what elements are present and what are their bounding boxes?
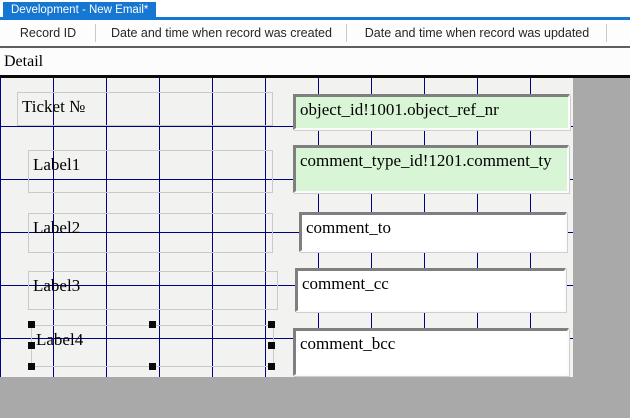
designer-label-4-selected[interactable]: Label4	[31, 325, 274, 367]
column-header-record-id[interactable]: Record ID	[0, 20, 96, 46]
designer-label-2[interactable]: Label2	[28, 213, 273, 253]
designer-label-1[interactable]: Label1	[28, 150, 273, 193]
selection-handle-top-right[interactable]	[268, 321, 275, 328]
designer-label-ticket-nr[interactable]: Ticket №	[17, 92, 273, 126]
designer-field-comment-bcc[interactable]: comment_bcc	[293, 328, 569, 376]
column-header-updated[interactable]: Date and time when record was updated	[347, 20, 607, 46]
selection-handle-top-left[interactable]	[28, 321, 35, 328]
form-designer-window: Development - New Email* Record ID Date …	[0, 0, 630, 418]
designer-field-object-ref-nr[interactable]: object_id!1001.object_ref_nr	[293, 94, 570, 130]
designer-field-comment-type[interactable]: comment_type_id!1201.comment_ty	[293, 145, 569, 193]
design-canvas[interactable]: Ticket № Label1 Label2 Label3 Label4 obj…	[0, 78, 573, 377]
selection-handle-middle-right[interactable]	[268, 342, 275, 349]
selection-handle-bottom-right[interactable]	[268, 363, 275, 370]
designer-field-comment-cc[interactable]: comment_cc	[295, 268, 566, 312]
detail-band-label: Detail	[0, 49, 630, 75]
selection-handle-middle-left[interactable]	[28, 342, 35, 349]
selection-handle-top-middle[interactable]	[149, 321, 156, 328]
tab-development-new-email[interactable]: Development - New Email*	[3, 2, 156, 17]
selection-handle-bottom-left[interactable]	[28, 363, 35, 370]
selection-handle-bottom-middle[interactable]	[149, 363, 156, 370]
column-header-created[interactable]: Date and time when record was created	[96, 20, 347, 46]
detail-band-header[interactable]: Detail	[0, 49, 630, 75]
column-header-row: Record ID Date and time when record was …	[0, 20, 630, 46]
grid-vline	[0, 78, 1, 377]
designer-label-3[interactable]: Label3	[28, 271, 278, 310]
designer-field-comment-to[interactable]: comment_to	[299, 212, 567, 252]
tab-bar: Development - New Email*	[0, 0, 630, 20]
